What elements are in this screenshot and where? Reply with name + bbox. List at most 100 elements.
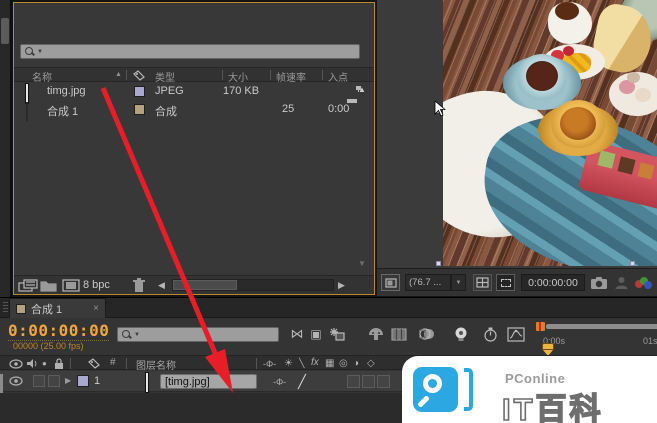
grid-guides-button[interactable] (473, 274, 492, 291)
brainstorm-button[interactable] (450, 325, 472, 343)
interpret-footage-icon[interactable] (18, 279, 40, 292)
column-divider (126, 358, 127, 369)
label-column-icon[interactable] (133, 70, 145, 81)
folder-icon[interactable] (40, 279, 58, 292)
layer-color-swatch[interactable] (77, 375, 89, 387)
index-column[interactable]: # (110, 357, 116, 368)
layer-name-field[interactable]: [timg.jpg] (160, 374, 257, 389)
horizontal-scrollbar[interactable] (172, 279, 334, 291)
project-column-header: 名称 ▲ 类型 大小 帧速率 入点 (14, 67, 374, 82)
left-scrollbar-thumb[interactable] (1, 18, 9, 44)
close-icon[interactable]: × (93, 303, 99, 314)
comp-type: 合成 (155, 103, 177, 119)
panel-grip[interactable] (3, 302, 8, 314)
zoom-level-dropdown[interactable]: (76.7 ... (405, 274, 451, 291)
motion-blur-button[interactable] (417, 325, 437, 343)
label-color-swatch[interactable] (134, 104, 145, 115)
comp-name[interactable]: 合成 1 (47, 103, 78, 119)
search-icon (122, 330, 132, 340)
fx-column-icon[interactable]: fx (311, 357, 319, 368)
roi-icon (501, 279, 511, 287)
tab-comp-1[interactable]: 合成 1 × (9, 298, 106, 318)
layer-visibility-eye-icon[interactable] (9, 376, 23, 386)
expand-layer-icon[interactable]: ▶ (65, 376, 71, 385)
work-area-bar[interactable] (546, 324, 657, 329)
work-area-start-marker[interactable] (536, 322, 545, 331)
watermark-title: IT百科 (502, 384, 604, 423)
scroll-right-icon[interactable]: ▶ (338, 280, 345, 291)
scroll-left-icon[interactable]: ◀ (158, 280, 165, 291)
project-bottom-toolbar: 8 bpc ◀ ▶ (14, 275, 374, 294)
search-dropdown-icon[interactable]: ▼ (134, 332, 140, 338)
footage-size: 170 KB (223, 85, 259, 97)
layer-3d-switch[interactable] (377, 375, 390, 388)
column-divider (256, 358, 257, 369)
project-row-comp[interactable]: 合成 1 合成 25 0:00 (14, 101, 374, 119)
layer-quality-switch[interactable]: ╱ (298, 374, 306, 390)
audio-toggle[interactable] (33, 375, 45, 387)
scroll-up-icon[interactable]: ▲ (358, 85, 366, 94)
threed-column-icon[interactable]: ◇ (367, 358, 375, 369)
viewer-timecode[interactable]: 0:00:00:00 (521, 274, 585, 291)
project-search-input[interactable]: ▼ (20, 44, 360, 59)
graph-editor-button[interactable] (505, 325, 527, 343)
sort-asc-icon[interactable]: ▲ (115, 71, 122, 78)
bit-depth-label[interactable]: 8 bpc (83, 279, 110, 291)
zoom-level-value: (76.7 ... (409, 277, 441, 288)
motion-blur-column-icon[interactable]: ◎ (339, 358, 348, 369)
timeline-search-input[interactable]: ▼ (117, 327, 279, 342)
frame-blend-column-icon[interactable]: ▦ (325, 358, 334, 369)
scroll-down-icon[interactable]: ▼ (358, 259, 366, 268)
label-color-swatch[interactable] (134, 86, 145, 97)
watermark: PConline IT百科 (402, 356, 657, 423)
search-icon (25, 47, 35, 57)
hide-shy-layers-button[interactable] (366, 325, 386, 343)
live-update-button[interactable] (327, 325, 347, 343)
collapse-column-icon[interactable]: ☀ (284, 358, 293, 369)
snapshot-camera-icon[interactable] (591, 276, 608, 289)
project-row-timg[interactable]: timg.jpg JPEG 170 KB (14, 83, 374, 101)
column-size[interactable]: 大小 (228, 69, 248, 84)
photo-amber-tea (560, 107, 596, 140)
layer-motion-blur-switch[interactable] (362, 375, 375, 388)
footage-type: JPEG (155, 85, 184, 97)
quality-column-icon[interactable]: ╲ (299, 358, 304, 369)
shy-column-icon[interactable]: -Φ- (263, 359, 276, 369)
horizontal-scrollbar-thumb[interactable] (173, 280, 237, 290)
frame-blending-button[interactable] (389, 325, 409, 343)
layer-shy-switch[interactable]: -Φ- (273, 377, 286, 387)
column-type[interactable]: 类型 (155, 69, 175, 84)
region-of-interest-button[interactable] (496, 274, 515, 291)
trash-icon[interactable] (132, 278, 146, 293)
composition-image[interactable] (443, 0, 657, 266)
column-in-point[interactable]: 入点 (328, 69, 348, 84)
column-name[interactable]: 名称 (32, 69, 52, 84)
layer-frame-blend-switch[interactable] (347, 375, 360, 388)
layer-handle[interactable] (630, 261, 635, 266)
current-timecode[interactable]: 0:00:00:00 (8, 321, 109, 341)
magnifier-handle (417, 395, 430, 408)
solo-toggle[interactable] (48, 375, 60, 387)
auto-keyframe-stopwatch-button[interactable] (480, 325, 500, 343)
draft-3d-button[interactable]: ▣ (307, 325, 325, 343)
comp-flowchart-button[interactable]: ⋈ (288, 325, 306, 343)
show-snapshot-icon[interactable] (615, 276, 628, 289)
new-composition-icon[interactable] (62, 279, 80, 292)
eye-icon[interactable] (9, 359, 23, 369)
search-dropdown-icon[interactable]: ▼ (37, 49, 43, 55)
label-column-icon[interactable] (88, 358, 100, 369)
layer-name-column[interactable]: 图层名称 (136, 357, 176, 372)
speaker-icon[interactable] (26, 358, 38, 369)
layer-name-value: [timg.jpg] (165, 376, 210, 388)
view-layout-button[interactable] (381, 274, 400, 291)
column-fps[interactable]: 帧速率 (276, 69, 306, 84)
column-divider (322, 70, 323, 80)
layer-handle[interactable] (436, 261, 441, 266)
show-channel-icon[interactable] (635, 277, 653, 289)
zoom-dropdown-arrow[interactable]: ▼ (451, 274, 466, 291)
adjustment-column-icon[interactable]: ◑ (353, 358, 359, 369)
solo-icon[interactable]: ● (42, 359, 47, 368)
footage-name[interactable]: timg.jpg (47, 85, 86, 97)
after-effects-window: ▼ 名称 ▲ 类型 大小 帧速率 入点 timg.jpg JPEG 170 KB (0, 0, 657, 423)
lock-icon[interactable] (54, 358, 64, 369)
